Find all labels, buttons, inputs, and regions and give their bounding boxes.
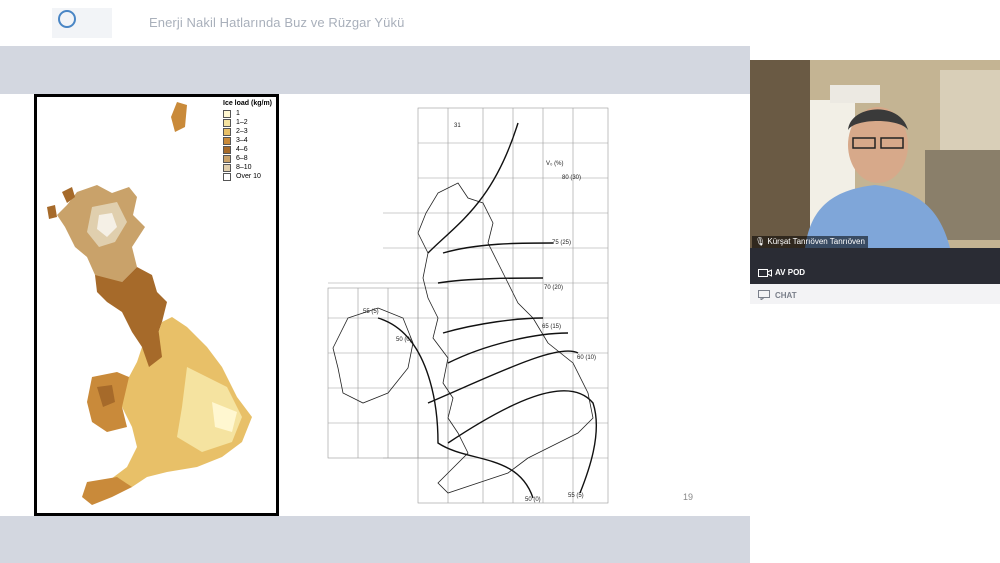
av-pod-label: AV POD — [775, 268, 806, 277]
legend-label: 8–10 — [236, 164, 252, 171]
legend-item: 1–2 — [223, 118, 272, 127]
presenter-video — [750, 60, 1000, 248]
legend-item: 3–4 — [223, 136, 272, 145]
legend-label: 4–6 — [236, 146, 248, 153]
participant-name-label: Kürşat Tanrıöven Tanrıöven — [767, 237, 865, 246]
chat-icon — [758, 290, 770, 300]
contour-label: 55 (5) — [363, 309, 379, 315]
camera-icon — [758, 269, 772, 277]
legend-label: 1–2 — [236, 119, 248, 126]
contour-label: 60 (10) — [577, 355, 596, 361]
legend-swatch — [223, 118, 231, 127]
contour-label: 50 (0) — [396, 337, 412, 343]
legend-label: 6–8 — [236, 155, 248, 162]
microphone-icon: 🎙 — [755, 237, 766, 246]
legend-label: 2–3 — [236, 128, 248, 135]
contour-label: 70 (20) — [544, 285, 563, 291]
legend-swatch — [223, 154, 231, 163]
legend-item: 1 — [223, 109, 272, 118]
av-pod-bar[interactable] — [750, 248, 1000, 284]
participant-name: 🎙 Kürşat Tanrıöven Tanrıöven — [752, 236, 868, 248]
wind-contour-map: V₀ (%) 31 80 (30) 75 (25) 70 (20) 65 (15… — [318, 103, 618, 513]
chat-label: CHAT — [775, 291, 797, 300]
legend-item: 2–3 — [223, 127, 272, 136]
globe-icon — [58, 10, 76, 28]
contour-label: 65 (15) — [542, 324, 561, 330]
contour-header: V₀ (%) — [546, 161, 564, 167]
contour-label: 55 (5) — [568, 493, 584, 499]
map-grid — [327, 107, 609, 504]
contour-label: 75 (25) — [552, 240, 571, 246]
ice-legend: Ice load (kg/m) 1 1–2 2–3 3–4 4–6 6–8 8–… — [223, 100, 272, 181]
legend-item: 4–6 — [223, 145, 272, 154]
legend-swatch — [223, 136, 231, 145]
legend-item: 6–8 — [223, 154, 272, 163]
coastline — [332, 182, 594, 494]
legend-label: Over 10 — [236, 173, 261, 180]
legend-label: 1 — [236, 110, 240, 117]
legend-item: Over 10 — [223, 172, 272, 181]
video-feed[interactable] — [750, 60, 1000, 248]
wind-map-drawing: V₀ (%) 31 80 (30) 75 (25) 70 (20) 65 (15… — [327, 107, 609, 504]
presentation-title: Enerji Nakil Hatlarında Buz ve Rüzgar Yü… — [149, 15, 405, 30]
contour-label: 80 (30) — [562, 175, 581, 181]
ice-load-map: Ice load (kg/m) 1 1–2 2–3 3–4 4–6 6–8 8–… — [34, 94, 279, 516]
legend-title: Ice load (kg/m) — [223, 100, 273, 107]
contour-label: 50 (0) — [525, 497, 541, 503]
legend-swatch — [223, 172, 231, 181]
chat-area[interactable] — [750, 304, 1000, 563]
legend-swatch — [223, 127, 231, 136]
corner-label: 31 — [454, 123, 461, 129]
slide-page-number: 19 — [683, 492, 694, 502]
app-header: Enerji Nakil Hatlarında Buz ve Rüzgar Yü… — [0, 0, 1000, 46]
logo — [52, 8, 112, 38]
legend-swatch — [223, 109, 231, 118]
legend-swatch — [223, 145, 231, 154]
legend-swatch — [223, 163, 231, 172]
legend-label: 3–4 — [236, 137, 248, 144]
legend-item: 8–10 — [223, 163, 272, 172]
